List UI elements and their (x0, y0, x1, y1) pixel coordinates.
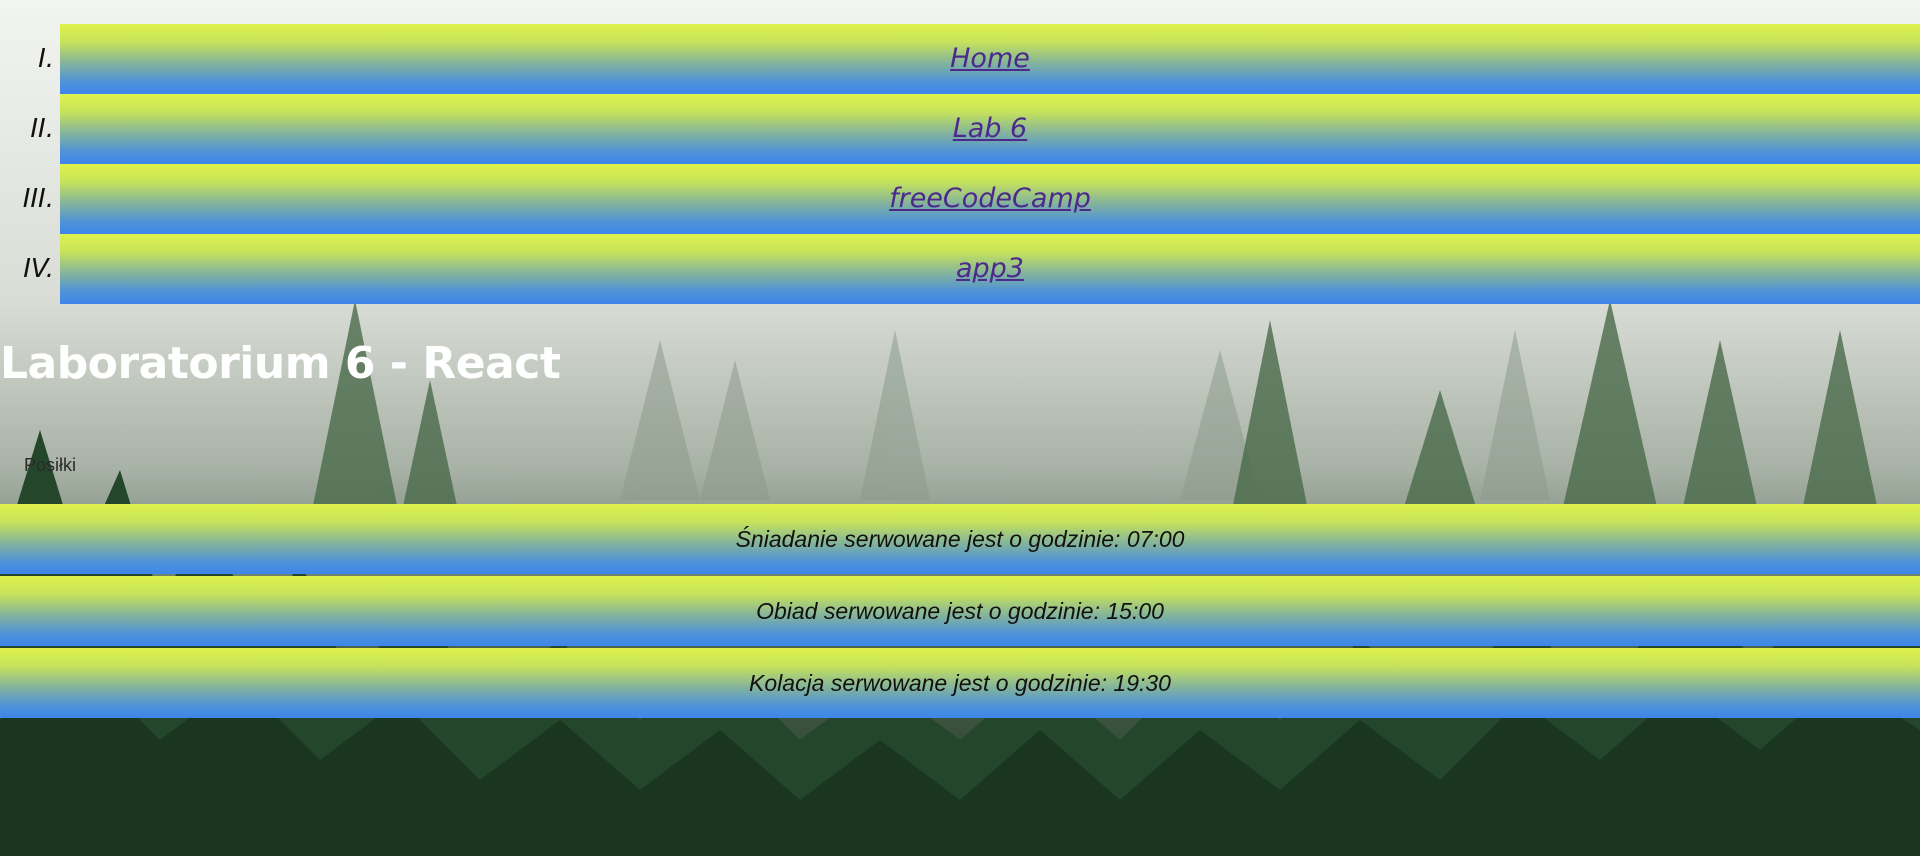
meal-item-lunch: Obiad serwowane jest o godzinie: 15:00 (0, 576, 1920, 646)
nav-link-app3[interactable]: app3 (956, 253, 1024, 284)
nav-bar: Home (60, 24, 1920, 94)
meal-item-dinner: Kolacja serwowane jest o godzinie: 19:30 (0, 648, 1920, 718)
nav-item-home: I. Home (0, 24, 1920, 94)
nav-item-app3: IV. app3 (0, 234, 1920, 304)
meal-item-breakfast: Śniadanie serwowane jest o godzinie: 07:… (0, 504, 1920, 574)
main-nav: I. Home II. Lab 6 III. freeCodeCamp IV. … (0, 24, 1920, 304)
page-title: Laboratorium 6 - React (0, 338, 561, 389)
nav-link-lab6[interactable]: Lab 6 (953, 113, 1028, 144)
nav-bar: freeCodeCamp (60, 164, 1920, 234)
meals-list: Śniadanie serwowane jest o godzinie: 07:… (0, 504, 1920, 720)
nav-bar: Lab 6 (60, 94, 1920, 164)
nav-item-lab6: II. Lab 6 (0, 94, 1920, 164)
nav-item-number: I. (38, 44, 54, 74)
nav-bar: app3 (60, 234, 1920, 304)
nav-link-freecodecamp[interactable]: freeCodeCamp (889, 183, 1091, 214)
nav-item-freecodecamp: III. freeCodeCamp (0, 164, 1920, 234)
nav-link-home[interactable]: Home (950, 43, 1030, 74)
nav-item-number: IV. (23, 254, 54, 284)
section-subtitle: Posiłki (24, 455, 77, 475)
nav-item-number: II. (30, 114, 54, 144)
nav-item-number: III. (22, 184, 54, 214)
